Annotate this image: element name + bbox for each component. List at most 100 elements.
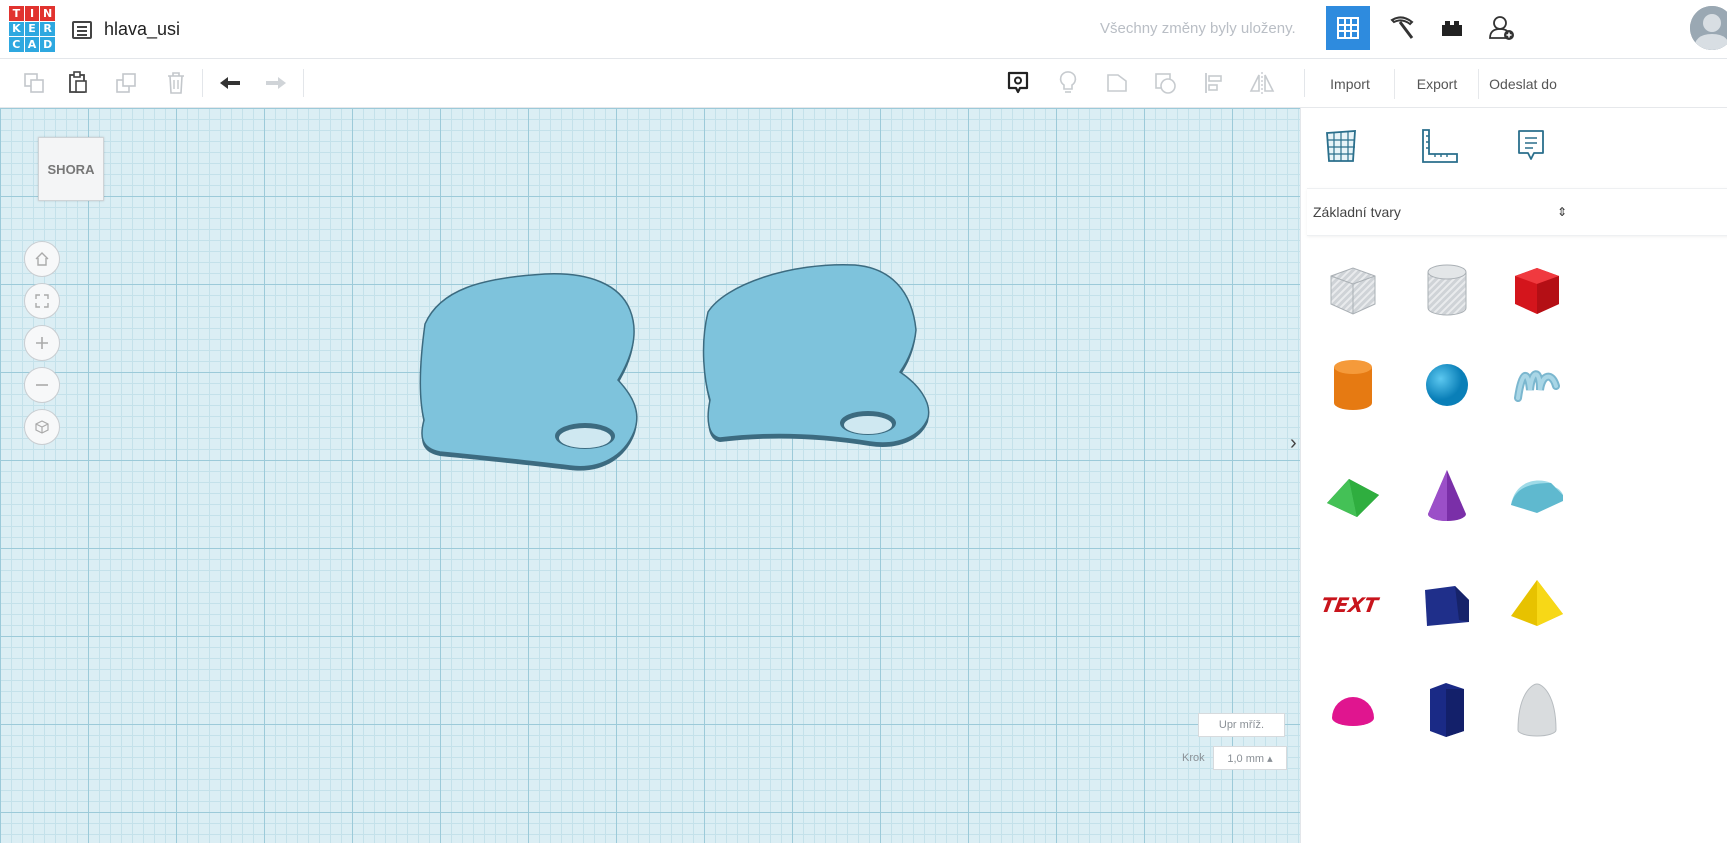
shape-text[interactable]: TEXT [1317,568,1389,640]
toolbar-divider [303,69,304,97]
toolbar-divider [1304,69,1305,97]
box-icon [1515,268,1559,314]
notes-icon [1518,130,1544,160]
mirror-icon [1249,72,1275,94]
delete-icon [168,72,184,94]
logo-letter: I [24,6,40,21]
undo-button[interactable] [214,67,246,99]
toolbar-divider [202,69,203,97]
ungroup-icon [1155,73,1176,94]
shape-pyramid[interactable] [1501,568,1573,640]
light-button[interactable] [1052,67,1084,99]
3d-view-button[interactable] [1326,6,1370,50]
design-list-icon[interactable] [72,21,92,39]
half-sphere-icon [1332,697,1374,726]
scribble-icon [1514,370,1560,402]
send-to-button[interactable]: Odeslat do [1480,69,1566,99]
roof-icon [1327,479,1379,517]
paste-button[interactable] [62,67,94,99]
lego-brick-icon [1442,21,1462,36]
snap-grid-select[interactable]: 1,0 mm ▴ [1213,746,1287,770]
align-button[interactable] [1198,67,1230,99]
align-icon [1205,73,1222,93]
shape-round-roof[interactable] [1501,460,1573,532]
polygon-icon [1430,683,1464,737]
bricks-view-button[interactable] [1430,6,1474,50]
text-icon: TEXT [1321,593,1382,617]
shape-box-hole[interactable] [1317,254,1389,326]
ear-shape-left[interactable] [419,273,638,471]
3d-design-grid-icon [1337,17,1359,39]
box-hole-icon [1330,267,1376,315]
select-arrows-icon: ⇕ [1557,205,1568,219]
edit-toolbar: Import Export Odeslat do [0,59,1727,108]
delete-button[interactable] [160,67,192,99]
shape-wedge[interactable] [1411,568,1483,640]
shape-paraboloid[interactable] [1501,674,1573,746]
perspective-icon [35,420,49,434]
mirror-button[interactable] [1246,67,1278,99]
pyramid-icon [1511,580,1563,626]
design-title[interactable]: hlava_usi [104,19,180,40]
fit-view-button[interactable] [24,283,60,319]
notes-visibility-button[interactable] [1002,67,1034,99]
tinkercad-logo[interactable]: T I N K E R C A D [9,6,55,52]
import-button[interactable]: Import [1306,69,1395,99]
shape-half-sphere[interactable] [1317,674,1389,746]
notes-visibility-icon [1007,71,1029,94]
shape-cylinder-hole[interactable] [1411,254,1483,326]
copy-icon [24,73,44,93]
round-roof-icon [1511,480,1563,513]
redo-button[interactable] [260,67,292,99]
collapse-panel-button[interactable]: › [1290,432,1297,455]
ear-shape-right[interactable] [702,264,930,447]
top-bar: T I N K E R C A D hlava_usi Všechny změn… [0,0,1727,59]
edit-grid-button[interactable]: Upr mříž. [1198,713,1285,737]
shape-sphere[interactable] [1411,349,1483,421]
shape-polygon[interactable] [1411,674,1483,746]
notes-button[interactable] [1507,122,1555,170]
user-avatar[interactable] [1690,6,1727,50]
home-view-icon [35,252,49,266]
copy-button[interactable] [18,67,50,99]
paraboloid-icon [1517,683,1557,737]
ruler-button[interactable] [1415,122,1463,170]
wedge-icon [1425,586,1469,626]
paste-icon [69,71,87,93]
shape-box[interactable] [1501,254,1573,326]
home-view-button[interactable] [24,241,60,277]
group-icon [1107,74,1127,92]
shape-roof[interactable] [1317,460,1389,532]
workplane[interactable]: SHORA Upr mříž. Krok 1,0 mm ▴ › [0,108,1300,843]
shape-cone[interactable] [1411,460,1483,532]
shape-scribble[interactable] [1501,349,1573,421]
invite-user-button[interactable] [1480,6,1524,50]
shape-library-select[interactable]: Základní tvary ⇕ [1307,188,1727,236]
logo-letter: A [24,37,40,52]
cylinder-icon [1334,360,1372,410]
ruler-icon [1422,129,1458,163]
zoom-out-button[interactable] [24,367,60,403]
workplane-icon [1326,130,1356,162]
logo-letter: C [9,37,24,52]
shape-cylinder[interactable] [1317,349,1389,421]
export-button[interactable]: Export [1396,69,1479,99]
ungroup-button[interactable] [1150,67,1182,99]
blocks-view-button[interactable] [1380,6,1424,50]
pickaxe-blocks-icon [1390,16,1414,39]
design-shapes [419,264,930,471]
logo-letter: K [9,21,24,37]
sphere-icon [1426,364,1468,406]
snap-grid-label: Krok [1182,752,1205,764]
add-user-icon [1489,16,1514,40]
group-button[interactable] [1102,67,1134,99]
shape-library-label: Základní tvary [1313,204,1401,220]
duplicate-icon [116,73,136,93]
logo-letter: D [40,37,55,52]
view-cube[interactable]: SHORA [38,137,104,201]
zoom-in-button[interactable] [24,325,60,361]
duplicate-button[interactable] [110,67,142,99]
workplane-button[interactable] [1317,122,1365,170]
perspective-button[interactable] [24,409,60,445]
undo-icon [220,77,240,89]
